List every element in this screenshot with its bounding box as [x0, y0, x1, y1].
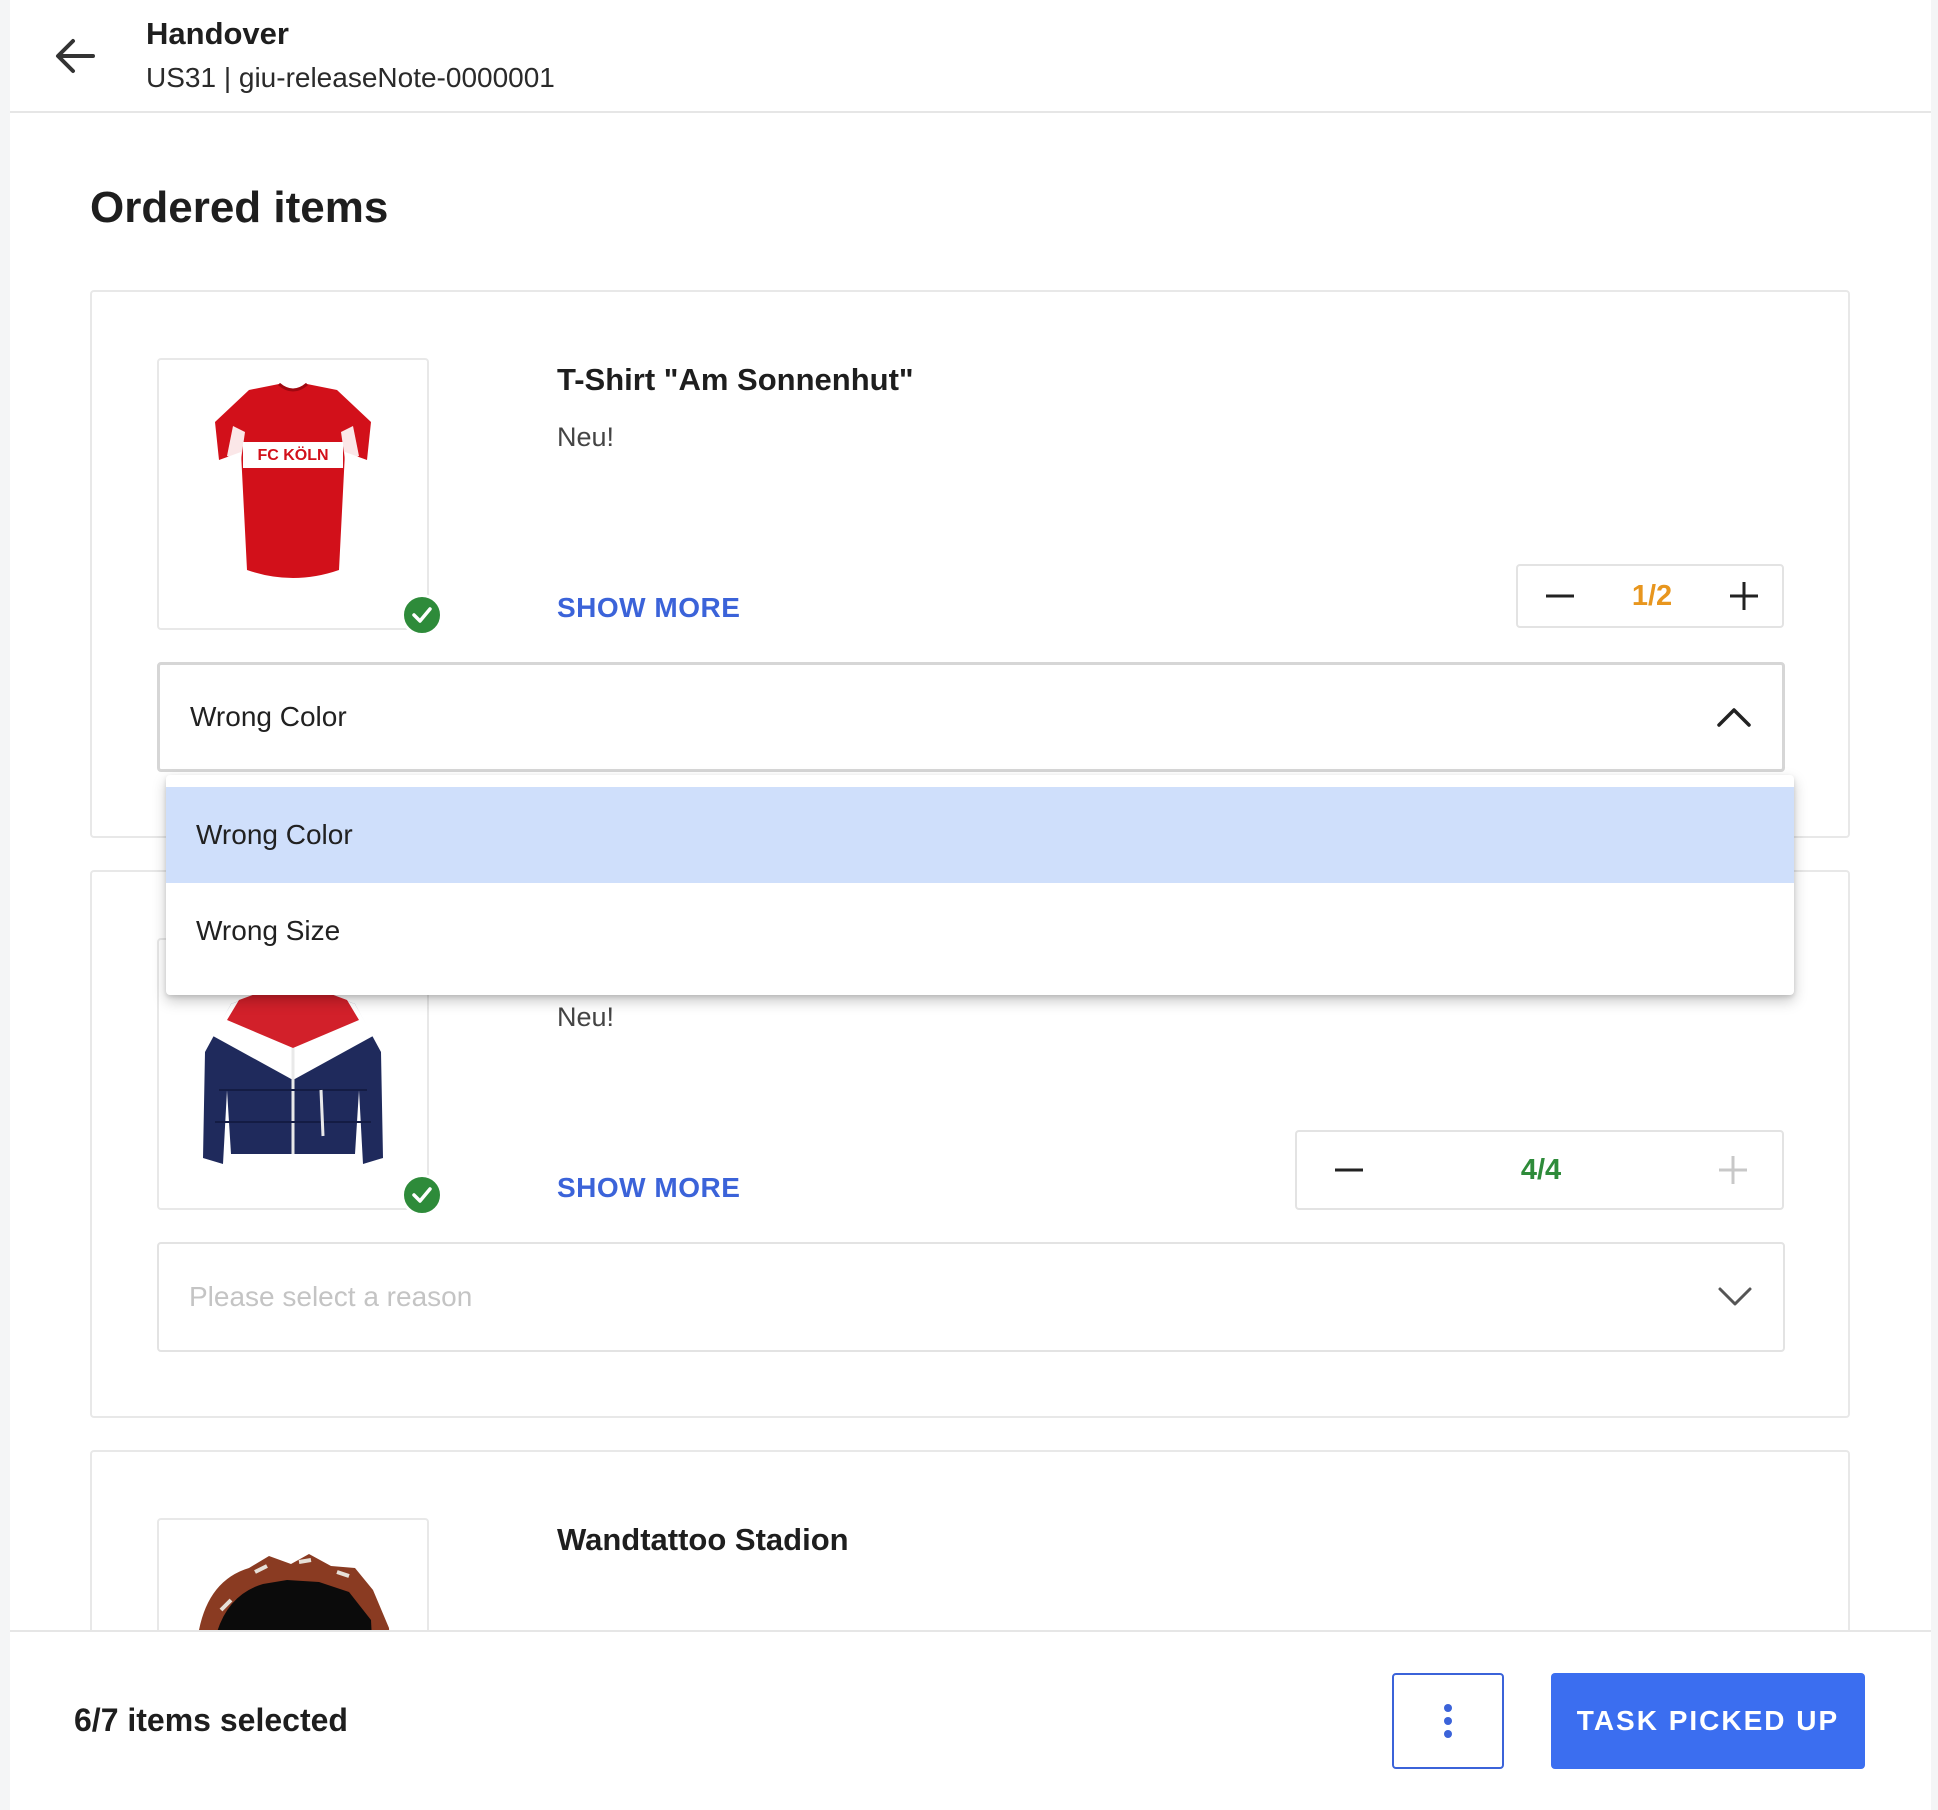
page-subtitle: US31 | giu-releaseNote-0000001 — [146, 62, 555, 93]
dropdown-option-wrong-size[interactable]: Wrong Size — [166, 883, 1794, 979]
page-title: Handover — [146, 16, 289, 51]
product-image: FC KÖLN — [157, 358, 429, 630]
minus-icon — [1335, 1168, 1363, 1172]
plus-icon — [1719, 1156, 1747, 1184]
selection-count: 6/7 items selected — [74, 1702, 348, 1738]
bottom-action-bar: 6/7 items selected TASK PICKED UP — [10, 1630, 1931, 1810]
dropdown-option-wrong-color[interactable]: Wrong Color — [166, 787, 1794, 883]
show-more-link[interactable]: SHOW MORE — [557, 1172, 740, 1204]
reason-select-value: Wrong Color — [190, 701, 347, 732]
quantity-value: 4/4 — [1520, 1153, 1562, 1186]
product-name: Wandtattoo Stadion — [557, 1522, 849, 1557]
arrow-left-icon — [56, 39, 95, 73]
top-bar: Handover US31 | giu-releaseNote-0000001 — [10, 0, 1931, 113]
task-picked-up-button[interactable]: TASK PICKED UP — [1551, 1673, 1865, 1769]
reason-select[interactable]: Please select a reason — [157, 1242, 1785, 1352]
show-more-link[interactable]: SHOW MORE — [557, 592, 740, 624]
plus-icon — [1730, 582, 1758, 610]
product-badge: Neu! — [557, 1002, 615, 1032]
quantity-stepper: 1/2 — [1516, 564, 1784, 628]
decrement-button[interactable] — [1307, 1132, 1391, 1208]
more-options-button[interactable] — [1392, 1673, 1504, 1769]
minus-icon — [1546, 594, 1574, 598]
product-name: T-Shirt "Am Sonnenhut" — [557, 362, 914, 397]
reason-select-placeholder: Please select a reason — [189, 1281, 473, 1312]
app-root: Handover US31 | giu-releaseNote-0000001 … — [10, 0, 1931, 1810]
check-circle-icon — [401, 1174, 443, 1216]
order-item-card: FC KÖLN T-Shirt "Am Sonnenhut" Neu! SHOW… — [90, 290, 1850, 838]
check-circle-icon — [401, 594, 443, 636]
reason-select[interactable]: Wrong Color — [157, 662, 1785, 772]
back-button[interactable] — [40, 28, 110, 84]
section-heading: Ordered items — [90, 183, 389, 232]
tshirt-print: FC KÖLN — [257, 445, 328, 464]
red-tshirt-image: FC KÖLN — [215, 382, 371, 578]
quantity-value: 1/2 — [1631, 579, 1673, 612]
chevron-up-icon — [1716, 665, 1752, 769]
reason-dropdown-menu: Wrong Color Wrong Size — [166, 775, 1794, 995]
increment-button[interactable] — [1702, 566, 1786, 626]
product-badge: Neu! — [557, 422, 615, 452]
quantity-stepper: 4/4 — [1295, 1130, 1784, 1210]
decrement-button[interactable] — [1518, 566, 1602, 626]
more-vertical-icon — [1444, 1704, 1452, 1738]
chevron-down-icon — [1717, 1244, 1753, 1350]
increment-button-disabled[interactable] — [1691, 1132, 1775, 1208]
